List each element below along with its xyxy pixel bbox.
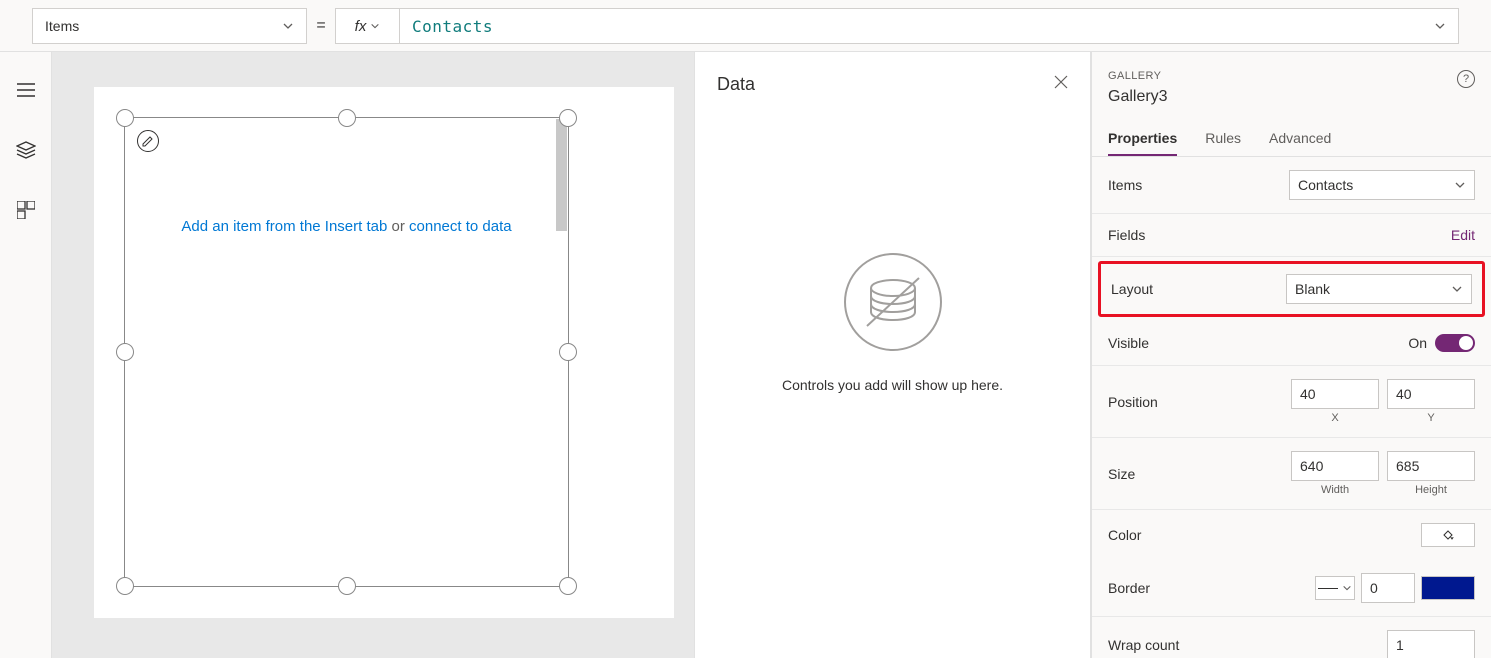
properties-panel: GALLERY Gallery3 ? Properties Rules Adva… xyxy=(1091,52,1491,658)
data-panel: Data Controls you add will show up here. xyxy=(694,52,1091,658)
prop-fields-label: Fields xyxy=(1108,227,1145,243)
insert-tab-link[interactable]: Add an item from the Insert tab xyxy=(181,218,387,235)
border-width-value: 0 xyxy=(1370,580,1378,596)
resize-handle[interactable] xyxy=(116,109,134,127)
close-icon[interactable] xyxy=(1054,75,1068,94)
resize-handle[interactable] xyxy=(338,109,356,127)
main-body: Add an item from the Insert tab or conne… xyxy=(0,52,1491,658)
empty-data-icon xyxy=(843,252,943,357)
position-x-input[interactable]: 40 xyxy=(1291,379,1379,409)
size-width-input[interactable]: 640 xyxy=(1291,451,1379,481)
position-y-value: 40 xyxy=(1396,386,1412,402)
chevron-down-icon xyxy=(282,20,294,32)
formula-bar: Items = fx Contacts xyxy=(0,0,1491,52)
edit-gallery-button[interactable] xyxy=(137,130,159,152)
chevron-down-icon xyxy=(1454,179,1466,191)
chevron-down-icon xyxy=(1434,20,1446,32)
visible-toggle-value: On xyxy=(1408,335,1427,351)
data-panel-title: Data xyxy=(717,74,755,95)
connect-data-link[interactable]: connect to data xyxy=(409,218,512,235)
tab-rules[interactable]: Rules xyxy=(1205,122,1241,156)
position-y-input[interactable]: 40 xyxy=(1387,379,1475,409)
fx-button[interactable]: fx xyxy=(335,8,399,44)
prop-size: Size 640 Width 685 Height xyxy=(1092,438,1491,510)
resize-handle[interactable] xyxy=(559,109,577,127)
resize-handle[interactable] xyxy=(338,577,356,595)
color-swatch[interactable] xyxy=(1421,523,1475,547)
prop-layout-label: Layout xyxy=(1111,281,1153,297)
help-icon[interactable]: ? xyxy=(1457,70,1475,88)
prop-visible: Visible On xyxy=(1092,321,1491,366)
size-height-label: Height xyxy=(1415,484,1447,496)
props-tabs: Properties Rules Advanced xyxy=(1092,122,1491,157)
gallery-scrollbar-thumb[interactable] xyxy=(556,119,567,231)
resize-handle[interactable] xyxy=(116,343,134,361)
position-x-value: 40 xyxy=(1300,386,1316,402)
border-color-swatch[interactable] xyxy=(1421,576,1475,600)
components-icon[interactable] xyxy=(16,200,36,220)
gallery-placeholder: Add an item from the Insert tab or conne… xyxy=(125,218,568,235)
formula-input[interactable]: Contacts xyxy=(399,8,1459,44)
left-rail xyxy=(0,52,52,658)
border-width-input[interactable]: 0 xyxy=(1361,573,1415,603)
canvas-area: Add an item from the Insert tab or conne… xyxy=(52,52,694,658)
prop-items-label: Items xyxy=(1108,177,1142,193)
wrap-count-value: 1 xyxy=(1396,637,1404,653)
fx-label: fx xyxy=(355,18,367,35)
prop-position: Position 40 X 40 Y xyxy=(1092,366,1491,438)
property-dropdown[interactable]: Items xyxy=(32,8,307,44)
tab-advanced[interactable]: Advanced xyxy=(1269,122,1331,156)
position-y-label: Y xyxy=(1427,412,1434,424)
resize-handle[interactable] xyxy=(116,577,134,595)
menu-icon[interactable] xyxy=(16,80,36,100)
prop-border: Border 0 xyxy=(1092,560,1491,617)
size-height-value: 685 xyxy=(1396,458,1419,474)
equals-sign: = xyxy=(307,0,335,51)
prop-layout: Layout Blank xyxy=(1098,261,1485,317)
prop-position-label: Position xyxy=(1108,394,1158,410)
toggle-track xyxy=(1435,334,1475,352)
resize-handle[interactable] xyxy=(559,343,577,361)
placeholder-or: or xyxy=(387,218,409,235)
tab-properties[interactable]: Properties xyxy=(1108,122,1177,156)
prop-size-label: Size xyxy=(1108,466,1135,482)
line-style-icon xyxy=(1318,588,1338,589)
prop-fields: Fields Edit xyxy=(1092,214,1491,257)
gallery-selection[interactable]: Add an item from the Insert tab or conne… xyxy=(124,117,569,587)
prop-color: Color xyxy=(1092,510,1491,560)
prop-wrap-label: Wrap count xyxy=(1108,637,1179,653)
border-style-dropdown[interactable] xyxy=(1315,576,1355,600)
layout-dropdown[interactable]: Blank xyxy=(1286,274,1472,304)
chevron-down-icon xyxy=(1451,283,1463,295)
items-dropdown[interactable]: Contacts xyxy=(1289,170,1475,200)
size-height-input[interactable]: 685 xyxy=(1387,451,1475,481)
toggle-knob xyxy=(1459,336,1473,350)
items-dropdown-value: Contacts xyxy=(1298,177,1353,193)
size-width-value: 640 xyxy=(1300,458,1323,474)
visible-toggle[interactable]: On xyxy=(1408,334,1475,352)
prop-border-label: Border xyxy=(1108,580,1150,596)
prop-wrap-count: Wrap count 1 xyxy=(1092,617,1491,658)
fields-edit-link[interactable]: Edit xyxy=(1451,227,1475,243)
size-width-label: Width xyxy=(1321,484,1349,496)
prop-items: Items Contacts xyxy=(1092,157,1491,214)
position-x-label: X xyxy=(1331,412,1338,424)
data-empty-text: Controls you add will show up here. xyxy=(782,377,1003,393)
prop-visible-label: Visible xyxy=(1108,335,1149,351)
paint-bucket-icon xyxy=(1441,528,1455,542)
props-category: GALLERY xyxy=(1108,70,1168,82)
layout-dropdown-value: Blank xyxy=(1295,281,1330,297)
props-control-name: Gallery3 xyxy=(1108,88,1168,106)
chevron-down-icon xyxy=(370,21,380,31)
prop-color-label: Color xyxy=(1108,527,1141,543)
property-dropdown-label: Items xyxy=(45,18,79,34)
formula-text: Contacts xyxy=(412,17,493,36)
wrap-count-input[interactable]: 1 xyxy=(1387,630,1475,658)
layers-icon[interactable] xyxy=(16,140,36,160)
resize-handle[interactable] xyxy=(559,577,577,595)
chevron-down-icon xyxy=(1342,583,1352,593)
